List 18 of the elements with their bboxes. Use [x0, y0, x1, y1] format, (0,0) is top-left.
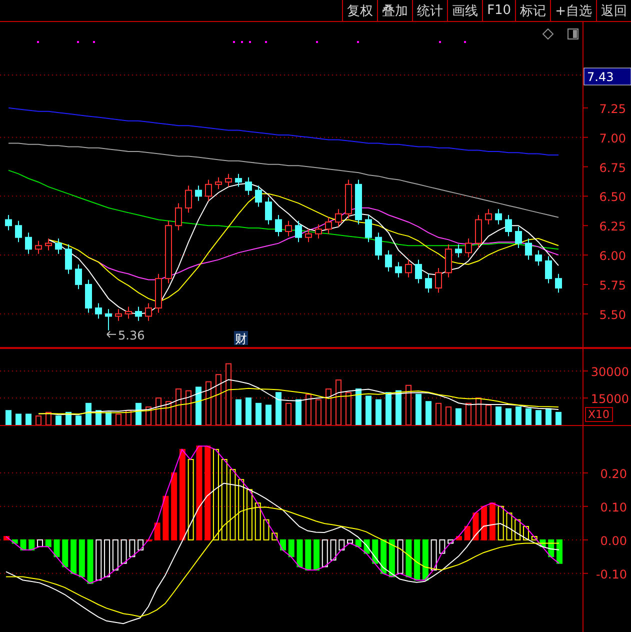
axis-label: 0.10: [600, 500, 627, 514]
axis-label: 5.50: [599, 308, 626, 322]
axis-label: 6.00: [599, 249, 626, 264]
low-price-label: 5.36: [118, 328, 145, 342]
price-box: 7.43: [584, 68, 631, 86]
axis-label: 0.00: [600, 534, 627, 548]
axis-label: 30000: [590, 364, 629, 379]
axis-label: 7.00: [599, 131, 626, 146]
axis-label: 7.25: [599, 102, 626, 116]
unit-label: X10: [585, 407, 613, 422]
axis-label: 6.25: [599, 220, 626, 234]
event-badge[interactable]: 财: [234, 331, 248, 346]
axis-label: -0.10: [596, 567, 627, 582]
axis-label: 15000: [590, 392, 629, 406]
axis-label: 0.20: [600, 466, 627, 481]
axis-label: 6.50: [599, 190, 626, 204]
axis-label: 5.75: [599, 278, 626, 292]
axis-label: 6.75: [599, 160, 626, 175]
